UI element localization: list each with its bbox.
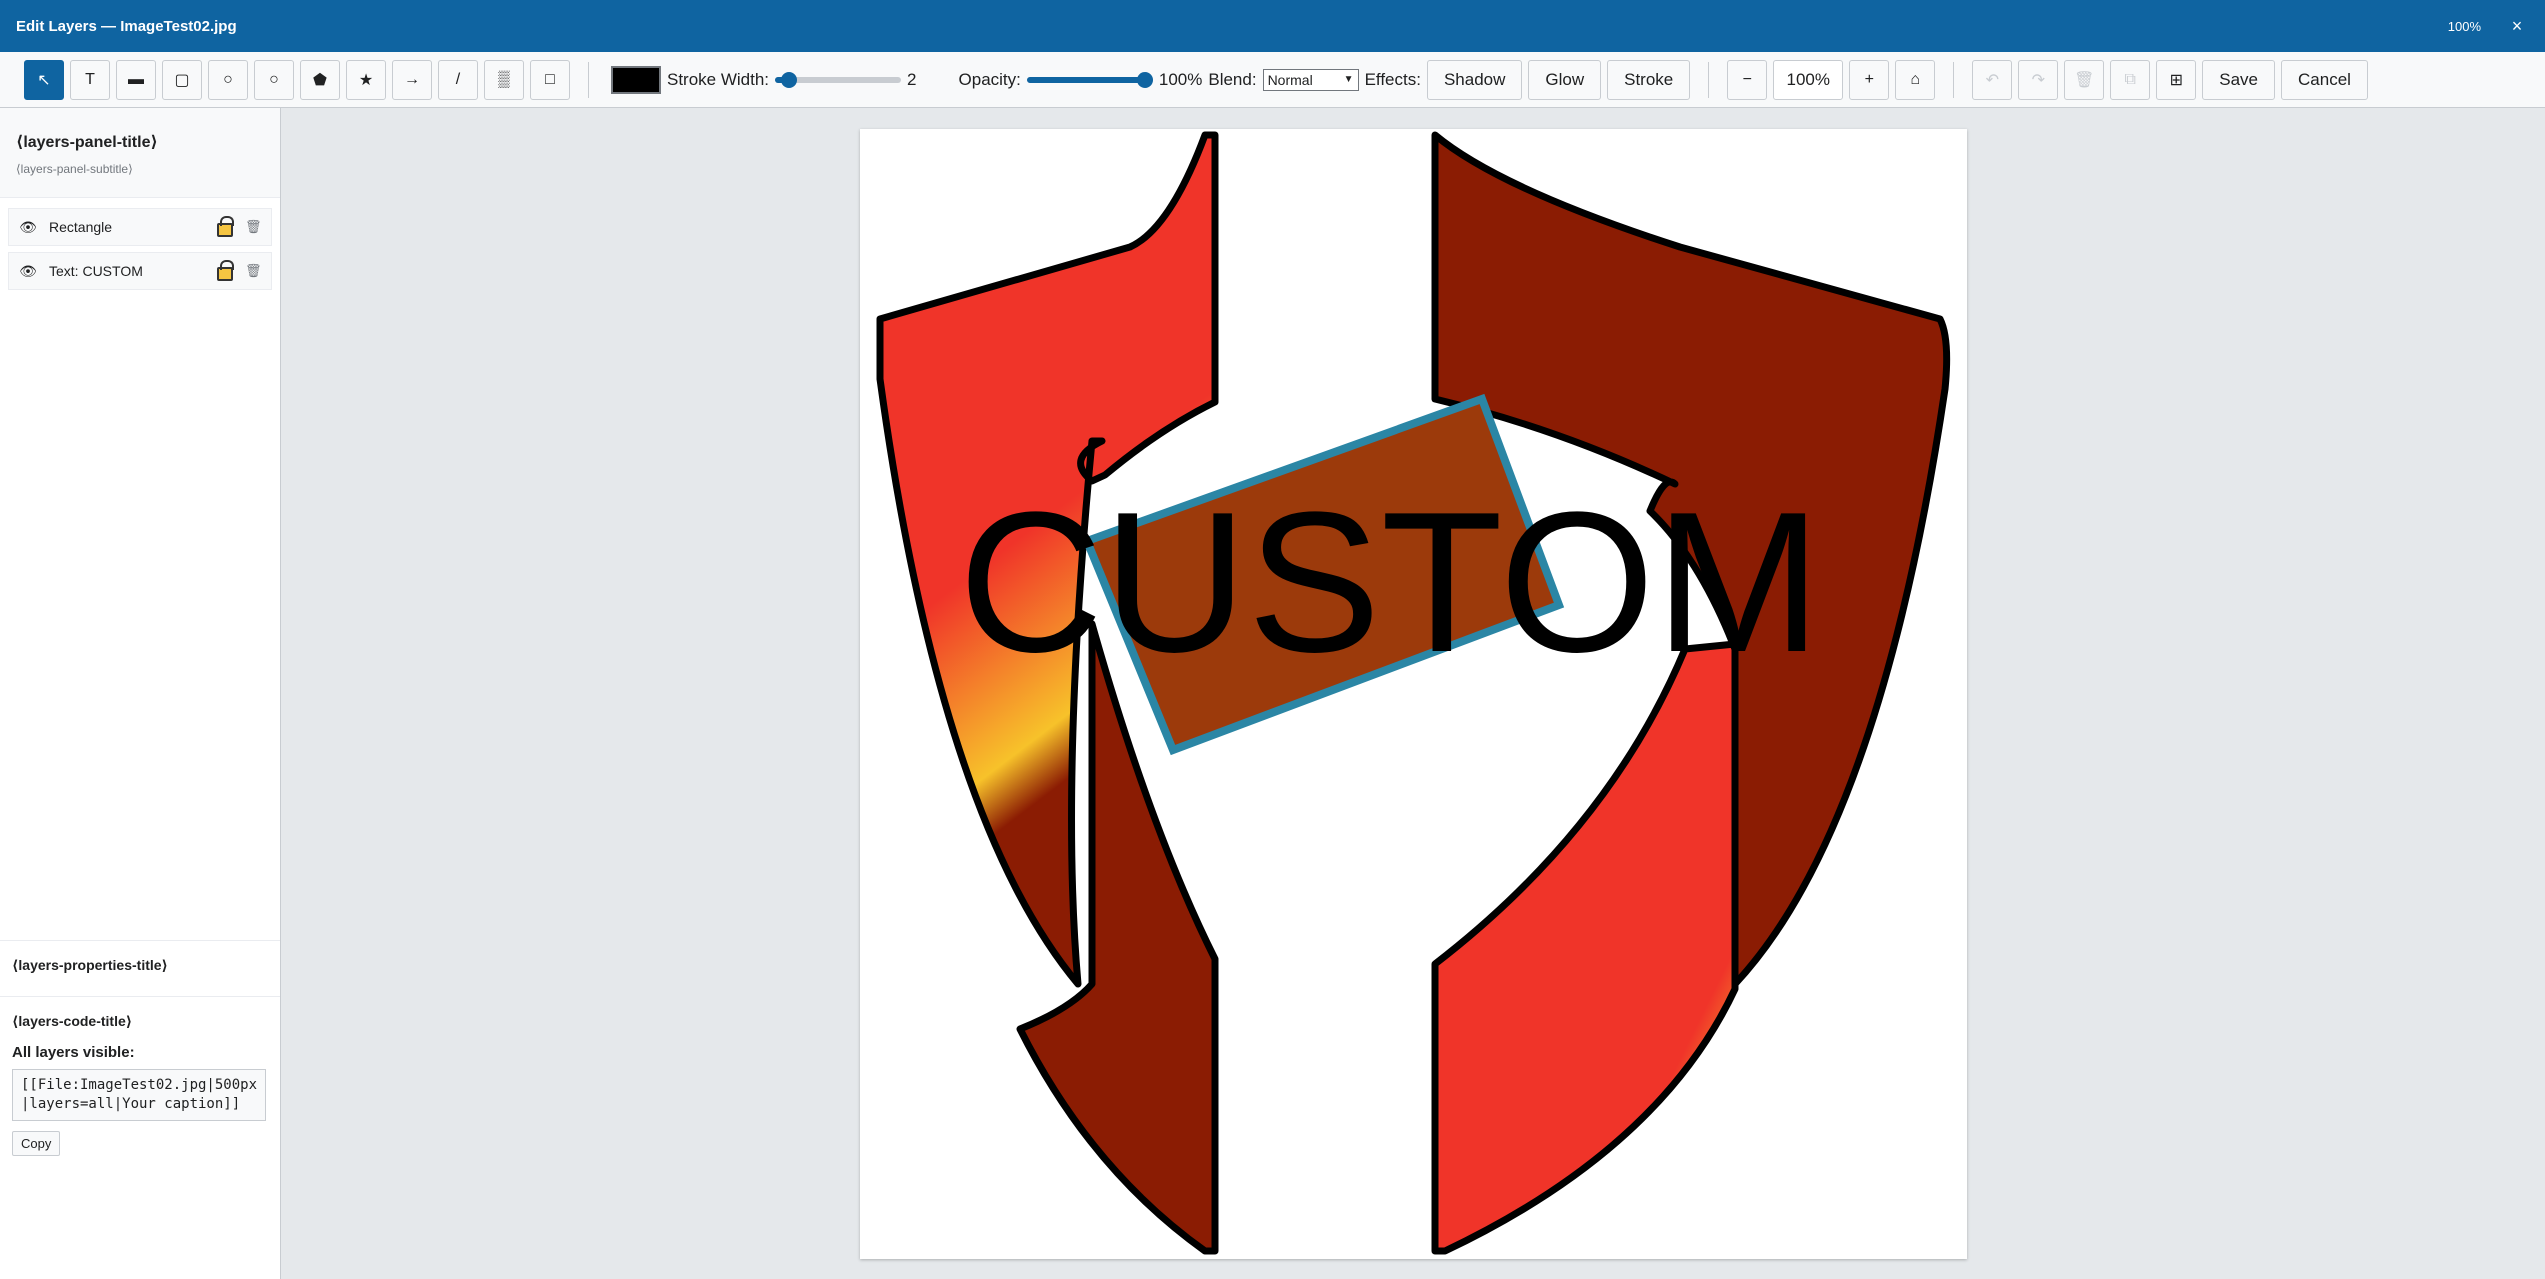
toolbar-divider [588,61,589,98]
cancel-button[interactable]: Cancel [2281,59,2368,100]
ellipse-tool-button[interactable]: ○ [254,59,294,100]
wikitext-code-box[interactable]: [[File:ImageTest02.jpg|500px|layers=all|… [12,1069,266,1121]
lock-icon[interactable] [217,260,234,281]
toolbar-divider [1953,61,1955,98]
trash-icon[interactable]: 🗑 [245,263,262,279]
layers-panel-subtitle: ⟨layers-panel-subtitle⟩ [16,162,133,176]
toolbar-divider [1708,61,1710,98]
all-layers-visible-label: All layers visible: [12,1044,135,1061]
arrow-tool-button[interactable]: → [392,59,432,100]
stroke-width-label: Stroke Width: [667,69,770,89]
blur-tool-button[interactable]: ▒ [484,59,524,100]
chevron-down-icon: ▼ [1343,74,1354,85]
text-layer-custom[interactable]: CUSTOM [959,471,1822,694]
grid-icon[interactable]: ⊞ [2156,59,2197,100]
zoom-in-button[interactable]: + [1849,59,1890,100]
stroke-color-swatch[interactable] [611,65,661,94]
shadow-button[interactable]: Shadow [1426,59,1523,100]
duplicate-icon[interactable]: ⧉ [2110,59,2151,100]
save-button[interactable]: Save [2202,59,2276,100]
stroke-width-handle[interactable] [781,71,798,88]
text-tool-button[interactable]: T [70,59,110,100]
trash-icon[interactable]: 🗑 [245,219,262,235]
layer-item[interactable]: 👁 Text: CUSTOM 🗑 [8,252,272,290]
blend-label: Blend: [1208,69,1257,89]
lock-icon[interactable] [217,216,234,237]
select-tool-button[interactable]: ↖ [24,59,64,100]
layers-properties-title: ⟨layers-properties-title⟩ [12,957,168,973]
stroke-width-value: 2 [907,69,917,89]
opacity-slider[interactable] [1026,70,1153,90]
line-tool-button[interactable]: / [438,59,478,100]
layers-properties-section: ⟨layers-properties-title⟩ [0,940,280,985]
layers-panel: ⟨layers-panel-title⟩ ⟨layers-panel-subti… [0,108,281,1279]
shield-right-lower [1431,640,1739,1255]
undo-icon[interactable]: ↶ [1972,59,2013,100]
text-box-tool-button[interactable]: ▬ [116,59,156,100]
layer-name: Rectangle [49,219,113,235]
layers-panel-title: ⟨layers-panel-title⟩ [16,134,158,151]
eye-icon[interactable]: 👁 [19,219,37,236]
toolbar: ↖ T ▬ ▢ ○ ○ ⬟ ★ → / ▒ □ Stroke Width: 2 … [0,52,2545,108]
blend-select-value: Normal [1267,71,1313,88]
layers-code-title: ⟨layers-code-title⟩ [12,1013,133,1029]
layers-panel-header: ⟨layers-panel-title⟩ ⟨layers-panel-subti… [0,108,280,198]
zoom-indicator: 100% [2447,18,2481,34]
canvas-svg[interactable]: CUSTOM [860,129,1967,1259]
opacity-handle[interactable] [1136,71,1153,88]
zoom-reset-icon[interactable]: ⌂ [1895,59,1936,100]
opacity-fill [1026,76,1145,83]
glow-button[interactable]: Glow [1528,59,1602,100]
custom-shape-tool-button[interactable]: □ [530,59,570,100]
layers-code-section: ⟨layers-code-title⟩ All layers visible: … [0,996,280,1172]
opacity-label: Opacity: [958,69,1021,89]
close-icon[interactable]: × [2505,16,2529,37]
layer-name: Text: CUSTOM [49,263,143,279]
delete-icon[interactable]: 🗑 [2064,59,2105,100]
stroke-width-slider[interactable] [775,70,902,90]
opacity-value: 100% [1158,69,1203,89]
star-tool-button[interactable]: ★ [346,59,386,100]
zoom-out-button[interactable]: − [1727,59,1768,100]
zoom-value[interactable]: 100% [1773,59,1844,100]
rectangle-tool-button[interactable]: ▢ [162,59,202,100]
effects-label: Effects: [1364,69,1421,89]
copy-button[interactable]: Copy [12,1131,61,1156]
window-title: Edit Layers — ImageTest02.jpg [16,17,237,35]
circle-tool-button[interactable]: ○ [208,59,248,100]
blend-select[interactable]: Normal ▼ [1262,68,1359,91]
eye-icon[interactable]: 👁 [19,263,37,280]
polygon-tool-button[interactable]: ⬟ [300,59,340,100]
layer-item[interactable]: 👁 Rectangle 🗑 [8,208,272,246]
title-bar: Edit Layers — ImageTest02.jpg 100% × [0,0,2545,52]
stroke-effect-button[interactable]: Stroke [1607,59,1691,100]
stroke-color-fill [615,69,657,90]
redo-icon[interactable]: ↷ [2018,59,2059,100]
image-canvas[interactable]: CUSTOM [860,129,1967,1259]
